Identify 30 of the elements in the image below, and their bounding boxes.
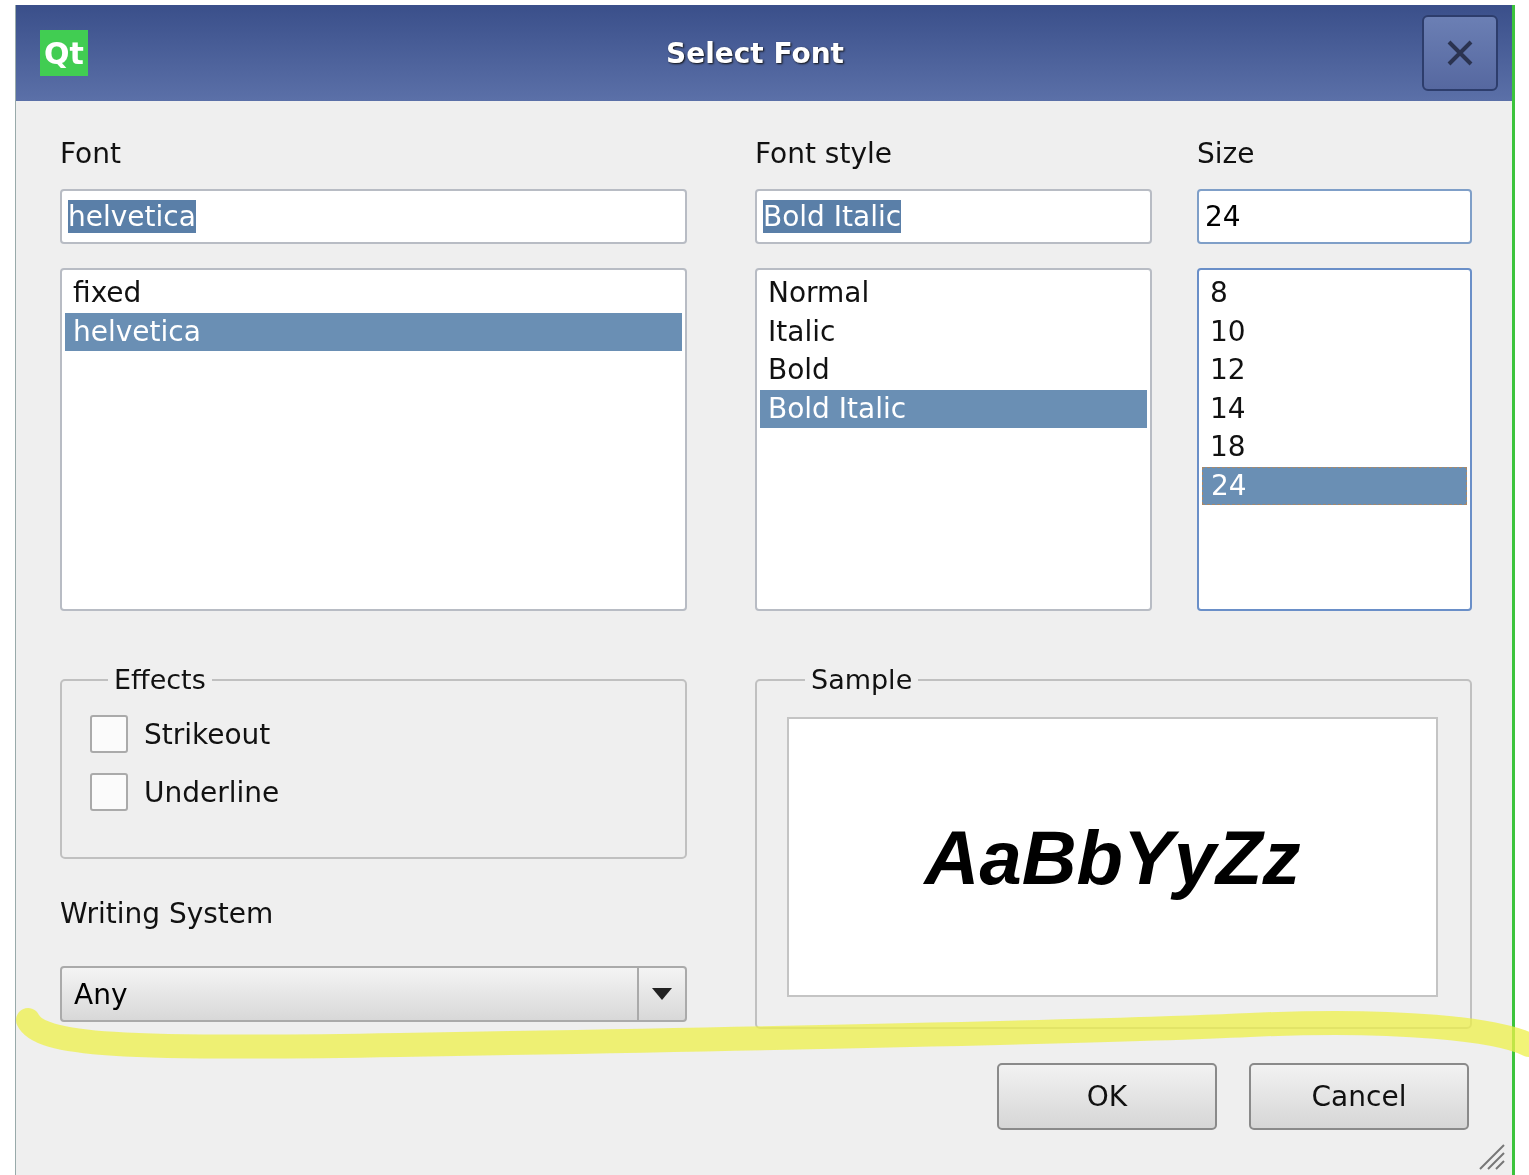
list-item[interactable]: 12 (1202, 351, 1467, 390)
checkbox-label[interactable]: Strikeout (144, 717, 271, 751)
checkbox[interactable] (90, 715, 128, 753)
list-item[interactable]: 10 (1202, 312, 1467, 351)
field-label: Font style (755, 137, 893, 172)
dialog-button[interactable]: Cancel (1249, 1063, 1469, 1130)
list-item[interactable]: 8 (1202, 274, 1467, 313)
list-item[interactable]: Bold (760, 351, 1147, 390)
font-field[interactable]: helvetica (60, 189, 687, 244)
group-title: Sample (810, 664, 914, 695)
app-logo: Qt (40, 30, 88, 76)
close-icon (1445, 38, 1475, 68)
group-title: Effects (113, 664, 207, 695)
list-item[interactable]: 18 (1202, 428, 1467, 467)
field-label: Font (60, 137, 122, 172)
list-item[interactable]: fixed (65, 274, 682, 313)
dialog-button[interactable]: OK (997, 1063, 1217, 1130)
window-title: Select Font (665, 36, 845, 70)
writing-system-dropdown[interactable]: Any (60, 966, 687, 1022)
size-field[interactable]: 24 (1197, 189, 1472, 244)
list-item[interactable]: Normal (760, 274, 1147, 313)
field-label: Writing System (60, 897, 275, 930)
close-button[interactable] (1422, 15, 1498, 91)
list-item[interactable]: 14 (1202, 389, 1467, 428)
checkbox-label[interactable]: Underline (144, 775, 280, 809)
checkbox[interactable] (90, 773, 128, 811)
field-label: Size (1197, 137, 1256, 172)
list-item[interactable]: Italic (760, 312, 1147, 351)
caret-icon (652, 988, 672, 1000)
sample-text: AaBbYyZz (924, 813, 1301, 901)
